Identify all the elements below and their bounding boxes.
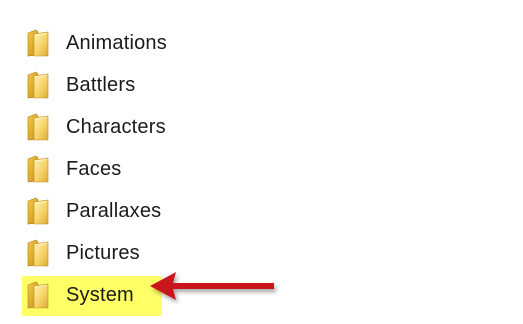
folder-label: Battlers — [66, 74, 136, 96]
folder-label: Animations — [66, 32, 167, 54]
folder-icon — [26, 197, 56, 225]
arrow-left-icon — [150, 272, 274, 300]
folder-icon — [26, 113, 56, 141]
folder-icon — [26, 239, 56, 267]
folder-item-animations[interactable]: Animations — [22, 22, 222, 64]
folder-item-faces[interactable]: Faces — [22, 148, 222, 190]
folder-label: System — [66, 284, 134, 306]
folder-item-characters[interactable]: Characters — [22, 106, 222, 148]
folder-label: Pictures — [66, 242, 140, 264]
folder-icon — [26, 155, 56, 183]
folder-icon — [26, 281, 56, 309]
folder-item-battlers[interactable]: Battlers — [22, 64, 222, 106]
folder-item-parallaxes[interactable]: Parallaxes — [22, 190, 222, 232]
folder-label: Faces — [66, 158, 122, 180]
folder-icon — [26, 71, 56, 99]
folder-label: Characters — [66, 116, 166, 138]
folder-icon — [26, 29, 56, 57]
folder-label: Parallaxes — [66, 200, 162, 222]
